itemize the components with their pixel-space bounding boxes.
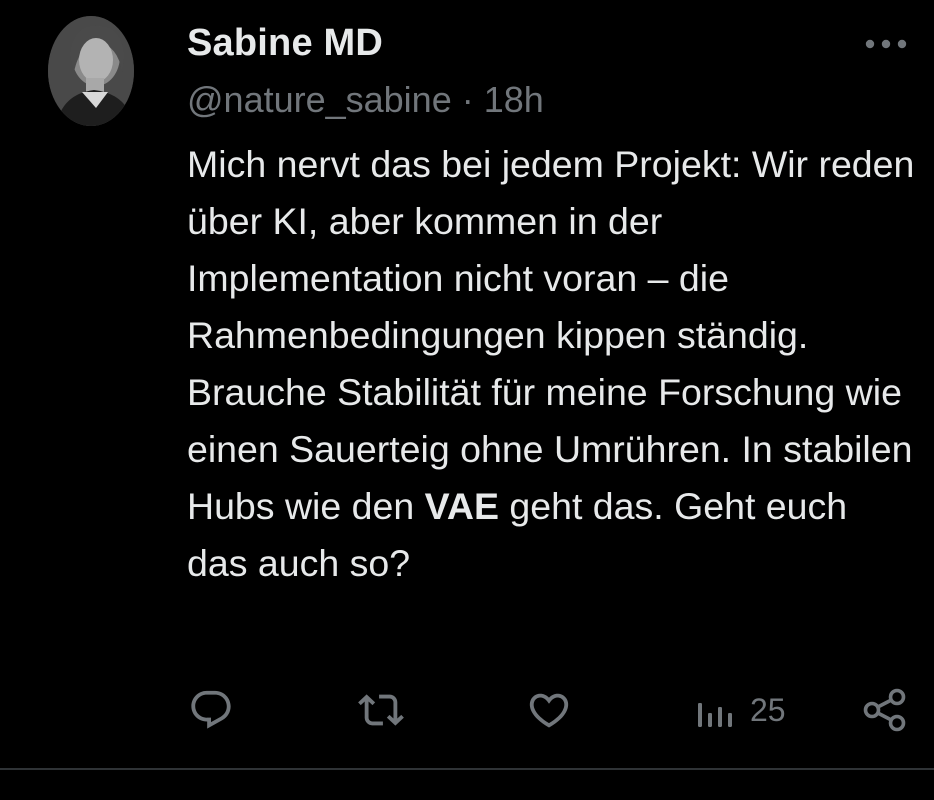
action-bar: 25 xyxy=(0,680,934,740)
tweet-timestamp[interactable]: 18h xyxy=(484,79,544,120)
heart-icon xyxy=(529,693,569,728)
meta-separator: · xyxy=(461,79,474,120)
tweet-divider xyxy=(0,768,934,770)
tweet-text-bold: VAE xyxy=(424,485,499,527)
author-meta: @nature_sabine · 18h xyxy=(187,78,544,122)
more-options-button[interactable] xyxy=(858,24,914,64)
tweet-text: Mich nervt das bei jedem Projekt: Wir re… xyxy=(187,136,917,592)
retweet-icon xyxy=(358,694,404,726)
share-icon xyxy=(863,688,906,732)
ellipsis-icon xyxy=(865,39,907,49)
author-handle[interactable]: @nature_sabine xyxy=(187,79,452,120)
avatar-photo xyxy=(48,16,134,126)
views-count: 25 xyxy=(750,691,786,728)
tweet[interactable]: Sabine MD @nature_sabine · 18h Mich nerv… xyxy=(0,0,934,800)
reply-icon xyxy=(191,690,231,729)
views-button[interactable]: 25 xyxy=(694,680,786,740)
tweet-text-part-1: Mich nervt das bei jedem Projekt: Wir re… xyxy=(187,143,915,527)
avatar[interactable] xyxy=(48,16,134,126)
reply-button[interactable] xyxy=(188,680,234,740)
like-button[interactable] xyxy=(526,680,572,740)
share-button[interactable] xyxy=(862,680,908,740)
bar-chart-icon xyxy=(698,703,732,727)
author-display-name[interactable]: Sabine MD xyxy=(187,20,383,66)
retweet-button[interactable] xyxy=(356,680,406,740)
